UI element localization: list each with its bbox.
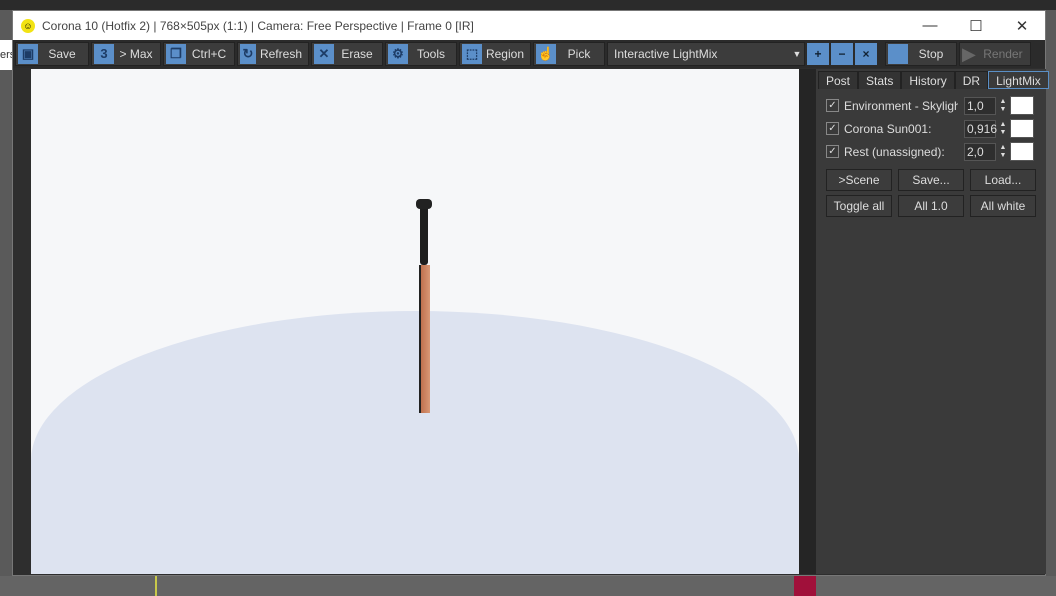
refresh-button[interactable]: ↻ Refresh <box>237 42 309 66</box>
maximize-button[interactable]: ☐ <box>953 17 999 35</box>
zoom-reset-icon[interactable]: × <box>855 43 877 65</box>
ground-sphere <box>31 311 799 574</box>
window-title: Corona 10 (Hotfix 2) | 768×505px (1:1) |… <box>42 18 474 33</box>
corona-logo-icon: ☺ <box>21 18 35 33</box>
panel-tabs: Post Stats History DR LightMix <box>816 69 1049 89</box>
light-row: ✓ Rest (unassigned): 2,0 ▲ ▼ <box>826 140 1046 163</box>
send-to-max-button[interactable]: 3 > Max <box>91 42 161 66</box>
light-checkbox[interactable]: ✓ <box>826 99 839 112</box>
pole-cap <box>416 199 432 209</box>
zoom-in-icon[interactable]: + <box>807 43 829 65</box>
region-button[interactable]: ⬚ Region <box>459 42 531 66</box>
refresh-icon: ↻ <box>240 44 256 64</box>
intensity-input[interactable]: 2,0 <box>964 142 996 161</box>
copy-button[interactable]: ❐ Ctrl+C <box>163 42 235 66</box>
color-swatch[interactable] <box>1010 142 1034 161</box>
spinner-icon[interactable]: ▲ ▼ <box>998 121 1008 137</box>
color-swatch[interactable] <box>1010 96 1034 115</box>
close-button[interactable]: ✕ <box>999 17 1045 35</box>
all-one-button[interactable]: All 1.0 <box>898 195 964 217</box>
stop-button[interactable]: Stop <box>885 42 957 66</box>
rendered-image[interactable] <box>31 69 799 574</box>
all-white-button[interactable]: All white <box>970 195 1036 217</box>
stop-icon <box>888 44 908 64</box>
region-icon: ⬚ <box>462 44 482 64</box>
desktop-bottom <box>0 576 1056 596</box>
tab-lightmix[interactable]: LightMix <box>988 71 1049 89</box>
tab-stats[interactable]: Stats <box>858 71 902 89</box>
light-row: ✓ Environment - Skylight 1,0 ▲ ▼ <box>826 94 1046 117</box>
light-checkbox[interactable]: ✓ <box>826 122 839 135</box>
chevron-down-icon: ▼ <box>792 49 802 59</box>
display-mode-select[interactable]: Interactive LightMix ▼ <box>607 42 805 66</box>
divider <box>799 69 816 574</box>
light-row: ✓ Corona Sun001: 0,916 ▲ ▼ <box>826 117 1046 140</box>
light-checkbox[interactable]: ✓ <box>826 145 839 158</box>
pole-top <box>420 201 428 265</box>
save-icon: ▣ <box>18 44 38 64</box>
toolbar: ▣ Save 3 > Max ❐ Ctrl+C ↻ Refresh ✕ Erase ⚙ To… <box>13 40 1045 68</box>
zoom-out-icon[interactable]: − <box>831 43 853 65</box>
pick-icon: ☝ <box>536 44 556 64</box>
spinner-icon[interactable]: ▲ ▼ <box>998 144 1008 160</box>
spinner-icon[interactable]: ▲ ▼ <box>998 98 1008 114</box>
load-lightmix-button[interactable]: Load... <box>970 169 1036 191</box>
tab-dr[interactable]: DR <box>954 71 989 89</box>
max-icon: 3 <box>94 44 114 64</box>
tab-history[interactable]: History <box>901 71 955 89</box>
lightmix-panel: ✓ Environment - Skylight 1,0 ▲ ▼ ✓ Corona… <box>826 94 1046 217</box>
toggle-all-button[interactable]: Toggle all <box>826 195 892 217</box>
pole <box>419 265 430 413</box>
tab-post[interactable]: Post <box>818 71 859 89</box>
play-icon: ▶ <box>962 43 976 64</box>
erase-button[interactable]: ✕ Erase <box>311 42 383 66</box>
tools-button[interactable]: ⚙ Tools <box>385 42 457 66</box>
erase-icon: ✕ <box>314 44 334 64</box>
frame-buffer-window: ☺ Corona 10 (Hotfix 2) | 768×505px (1:1)… <box>12 10 1049 576</box>
intensity-input[interactable]: 1,0 <box>964 96 996 115</box>
copy-icon: ❐ <box>166 44 186 64</box>
render-button[interactable]: ▶ Render <box>959 42 1031 66</box>
side-panel: Post Stats History DR LightMix ✓ Environ… <box>816 69 1049 574</box>
gear-icon: ⚙ <box>388 44 408 64</box>
pick-button[interactable]: ☝ Pick <box>533 42 605 66</box>
color-swatch[interactable] <box>1010 119 1034 138</box>
title-bar: ☺ Corona 10 (Hotfix 2) | 768×505px (1:1)… <box>13 11 1045 40</box>
background-text: ers <box>0 40 12 70</box>
desktop-top <box>0 0 1056 10</box>
save-button[interactable]: ▣ Save <box>15 42 89 66</box>
minimize-button[interactable]: — <box>907 17 953 35</box>
save-lightmix-button[interactable]: Save... <box>898 169 964 191</box>
intensity-input[interactable]: 0,916 <box>964 119 997 138</box>
to-scene-button[interactable]: >Scene <box>826 169 892 191</box>
